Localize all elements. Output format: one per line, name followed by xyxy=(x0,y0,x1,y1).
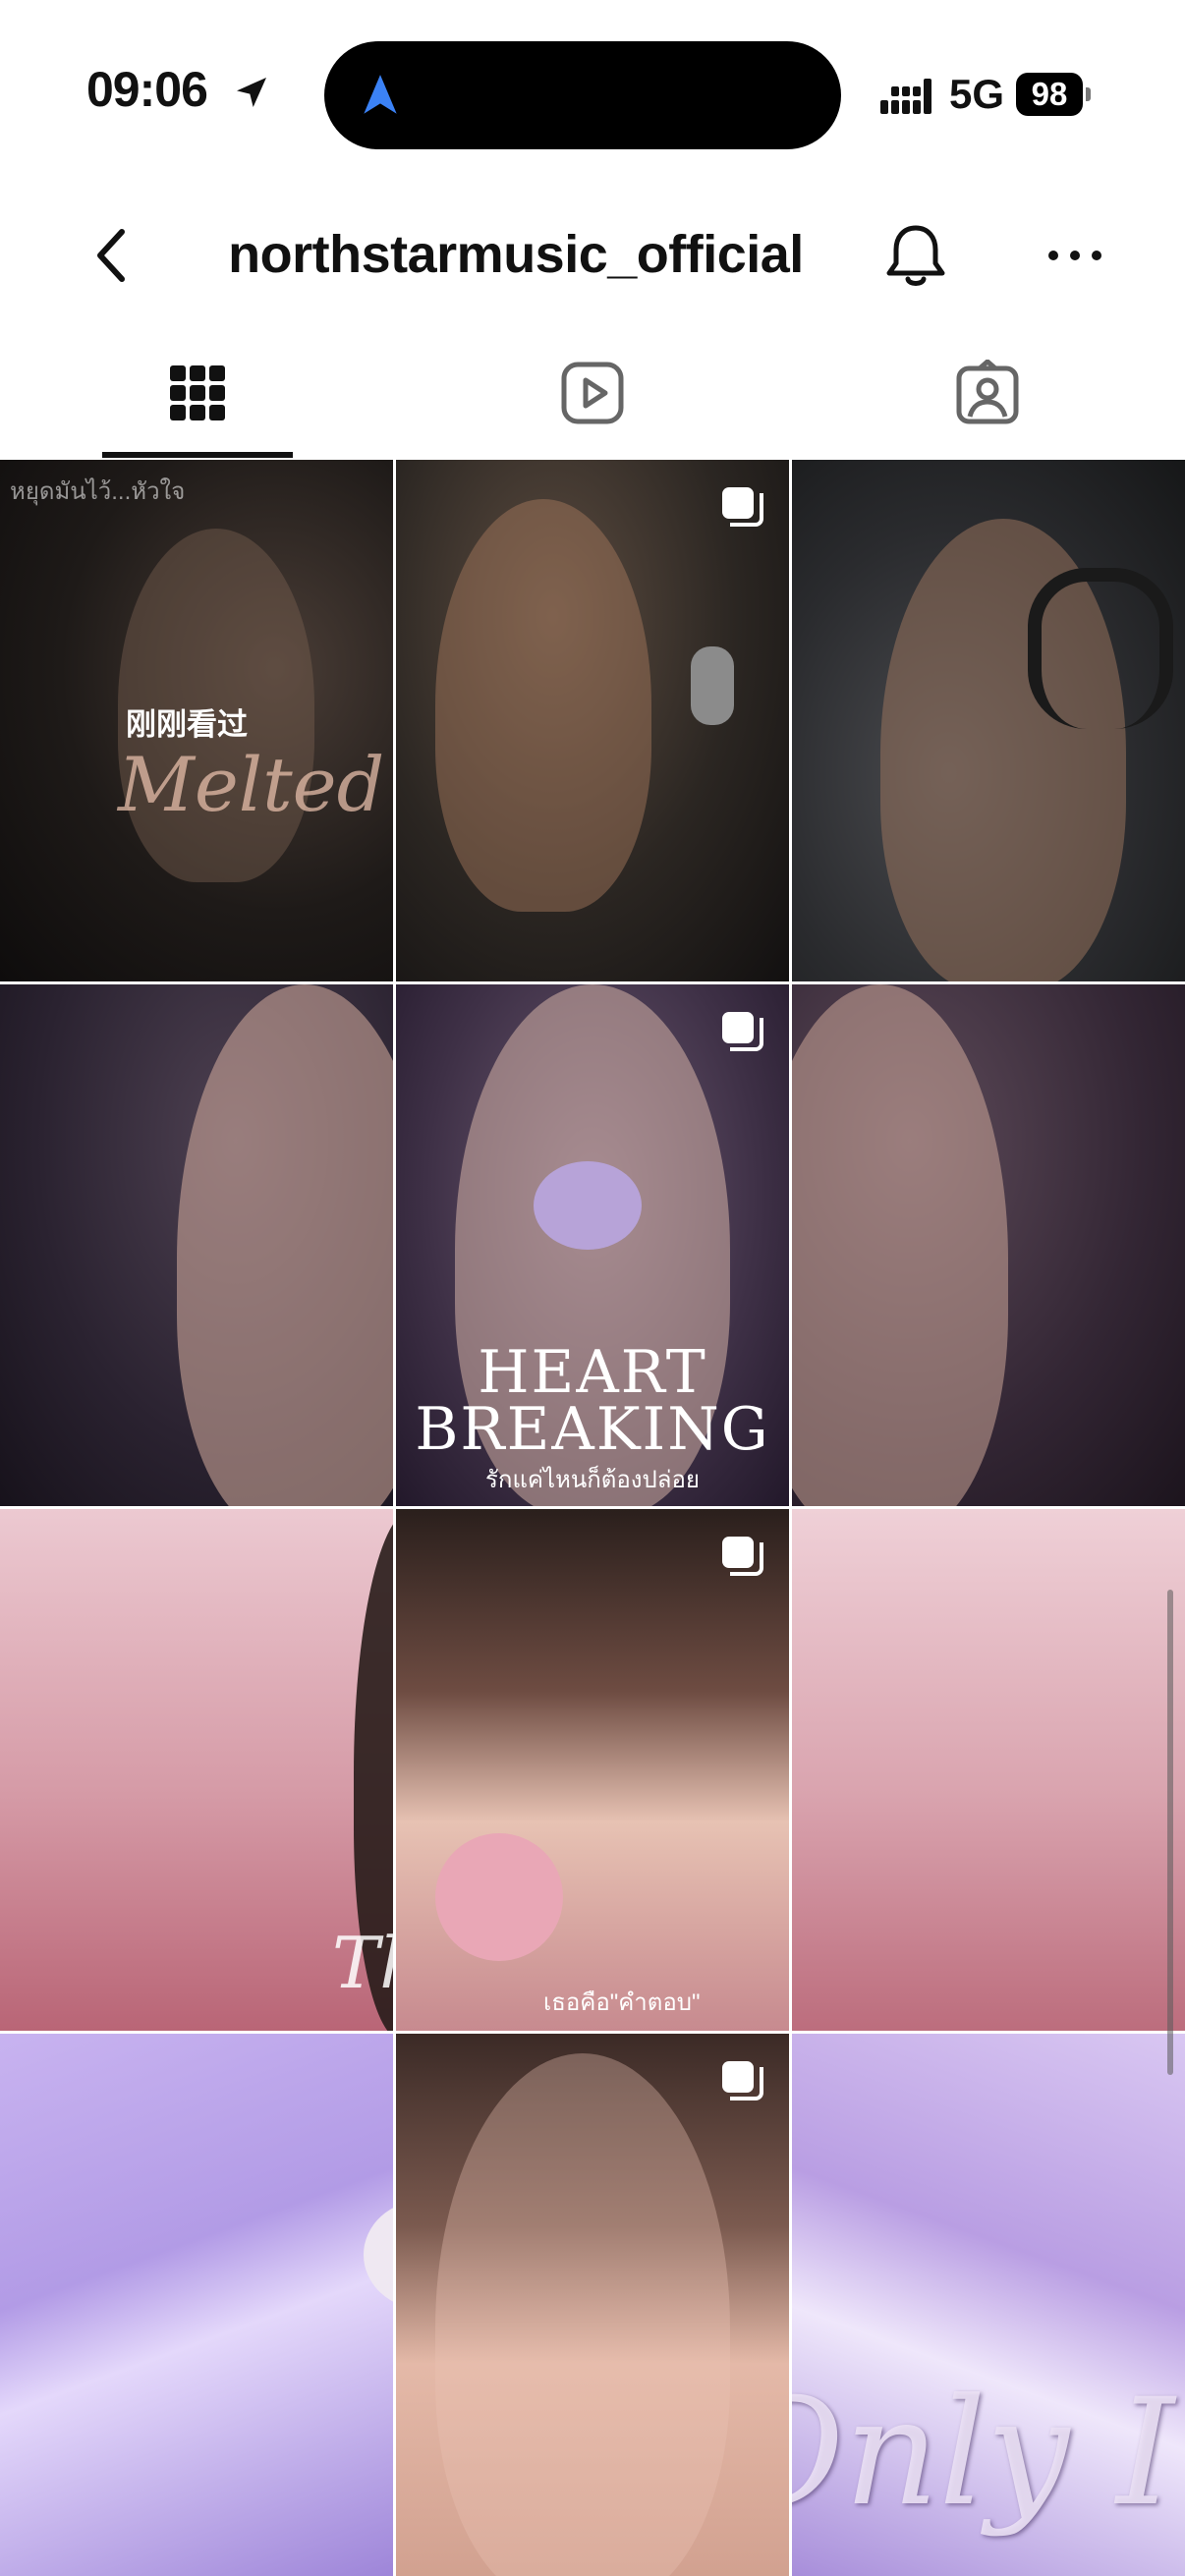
status-bar: 09:06 5G 98 xyxy=(0,0,1185,187)
back-icon[interactable] xyxy=(79,220,149,291)
multiple-posts-icon xyxy=(722,2061,763,2100)
microphone xyxy=(691,646,734,725)
active-tab-indicator xyxy=(102,452,293,458)
post-3-center-tile[interactable]: เธอคือ"คำตอบ" xyxy=(396,1509,789,2031)
post-2-left-tile[interactable] xyxy=(0,984,393,1506)
post-2-right-tile[interactable] xyxy=(792,984,1185,1506)
clock: 09:06 xyxy=(86,62,208,117)
post-4-center-tile[interactable] xyxy=(396,2034,789,2576)
post-1-center-tile[interactable] xyxy=(396,460,789,981)
singer-silhouette xyxy=(792,984,1008,1506)
tab-tagged[interactable] xyxy=(790,324,1185,460)
post-3-right-tile[interactable] xyxy=(792,1509,1185,2031)
cellular-signal-icon xyxy=(880,79,931,114)
multiple-posts-icon xyxy=(722,1012,763,1051)
profile-tabs xyxy=(0,324,1185,460)
tab-posts-grid[interactable] xyxy=(0,324,395,460)
notifications-bell-icon[interactable] xyxy=(876,216,955,295)
post-2-center-tile[interactable]: HEART BREAKING รักแค่ไหนก็ต้องปล่อย xyxy=(396,984,789,1506)
post-1-right-tile[interactable] xyxy=(792,460,1185,981)
lavender-rose xyxy=(534,1161,642,1250)
post-3-thai-subtitle: เธอคือ"คำตอบ" xyxy=(543,1989,701,2016)
multiple-posts-icon xyxy=(722,487,763,527)
battery-indicator: 98 xyxy=(1016,73,1083,116)
reels-icon xyxy=(561,362,624,424)
white-rose xyxy=(364,2201,393,2309)
dynamic-island xyxy=(324,41,841,149)
post-2-title-line2: BREAKING xyxy=(415,1395,770,1464)
grid-icon xyxy=(170,365,225,420)
profile-header: northstarmusic_official xyxy=(0,187,1185,324)
more-options-icon[interactable] xyxy=(1036,234,1114,277)
post-4-right-tile[interactable]: Only I xyxy=(792,2034,1185,2576)
tagged-icon xyxy=(956,360,1019,424)
posts-grid: หยุดมันไว้...หัวใจ 刚刚看过 Melted Heart HEA… xyxy=(0,460,1185,2576)
singer-silhouette xyxy=(435,2053,730,2576)
navigation-arrow-icon xyxy=(364,75,397,114)
network-type: 5G xyxy=(949,71,1005,117)
multiple-posts-icon xyxy=(722,1537,763,1576)
post-1-thai-caption: หยุดมันไว้...หัวใจ xyxy=(10,478,186,505)
tab-reels[interactable] xyxy=(395,324,790,460)
post-4-title: Only I xyxy=(792,2368,1175,2539)
battery-tip xyxy=(1086,87,1091,101)
pink-rose xyxy=(435,1833,563,1961)
singer-silhouette xyxy=(177,984,393,1506)
post-3-left-tile[interactable]: The World of Us. xyxy=(0,1509,393,2031)
post-2-thai-subtitle: รักแค่ไหนก็ต้องปล่อย xyxy=(485,1467,700,1493)
post-4-left-tile[interactable] xyxy=(0,2034,393,2576)
location-arrow-icon xyxy=(237,78,266,107)
scrollbar-thumb[interactable] xyxy=(1167,1590,1173,2075)
profile-username: northstarmusic_official xyxy=(228,225,804,284)
post-1-title: Melted Heart xyxy=(118,741,393,828)
post-3-title: The World of Us. xyxy=(332,1922,393,2004)
recently-viewed-label: 刚刚看过 xyxy=(126,707,248,742)
post-1-left-tile[interactable]: หยุดมันไว้...หัวใจ 刚刚看过 Melted Heart xyxy=(0,460,393,981)
headphones xyxy=(1028,568,1173,729)
singer-silhouette xyxy=(435,499,651,912)
